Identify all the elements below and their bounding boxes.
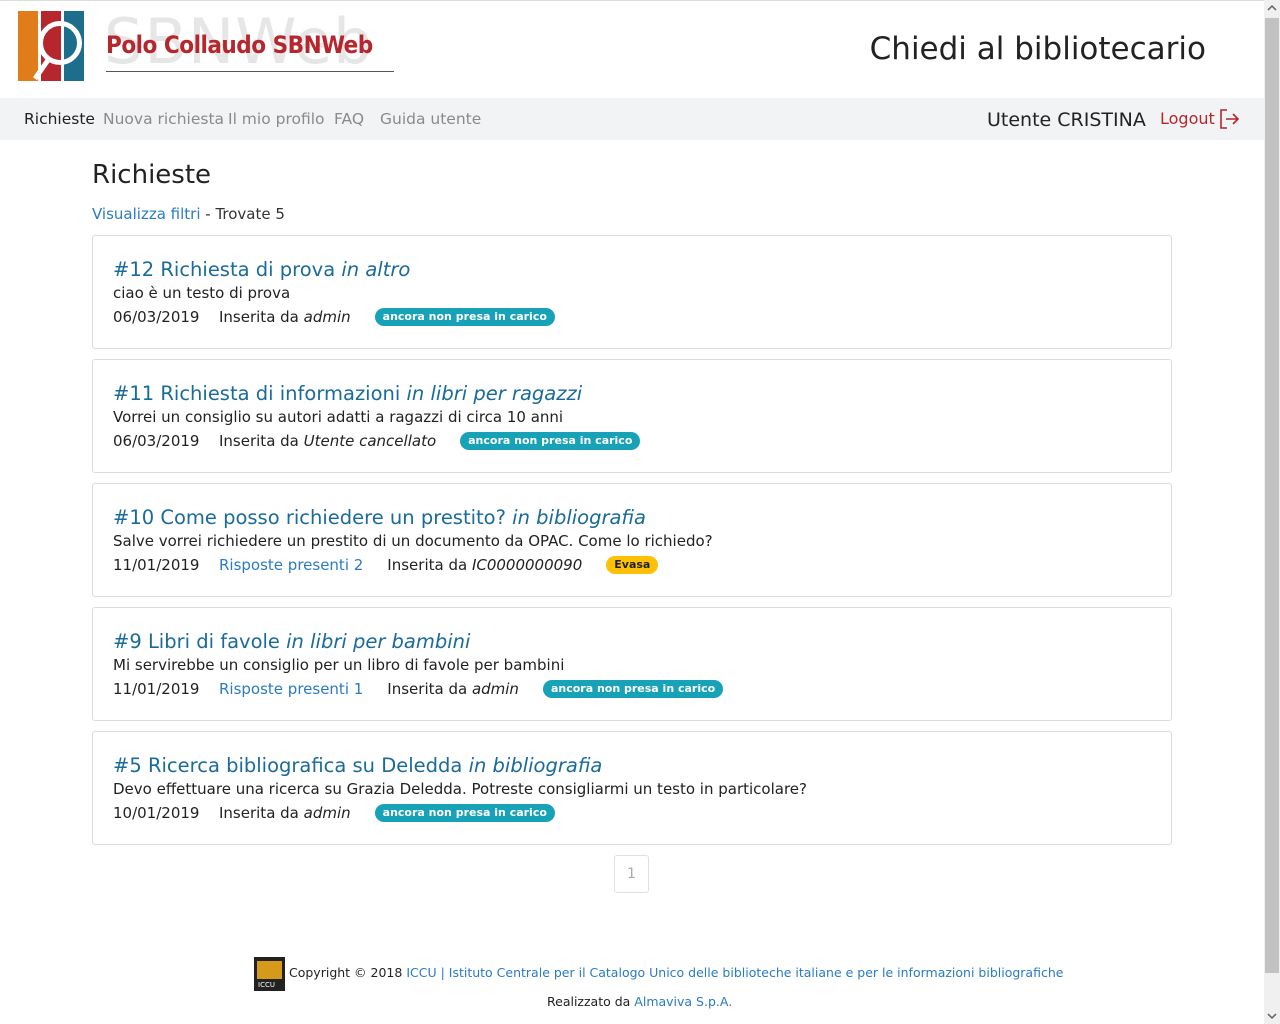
request-meta: 11/01/2019 Risposte presenti 2 Inserita … xyxy=(113,556,659,574)
request-category[interactable]: in bibliografia xyxy=(512,506,646,529)
brand-underline xyxy=(106,71,394,72)
inserted-label: Inserita da xyxy=(219,308,304,326)
request-title-link[interactable]: #9 Libri di favole in libri per bambini xyxy=(113,630,470,653)
status-badge: ancora non presa in carico xyxy=(542,680,724,698)
made-by-line: Realizzato da Almaviva S.p.A. xyxy=(547,994,732,1009)
brand-name[interactable]: Polo Collaudo SBNWeb xyxy=(106,31,373,59)
request-title-link[interactable]: #10 Come posso richiedere un prestito? i… xyxy=(113,506,646,529)
author-name: admin xyxy=(303,804,351,822)
request-description: Vorrei un consiglio su autori adatti a r… xyxy=(113,408,564,426)
request-title[interactable]: #12 Richiesta di prova xyxy=(113,258,335,281)
request-title[interactable]: #10 Come posso richiedere un prestito? xyxy=(113,506,506,529)
nav-item-richieste[interactable]: Richieste xyxy=(24,110,95,128)
request-title[interactable]: #11 Richiesta di informazioni xyxy=(113,382,400,405)
nav-item-nuova-richiesta[interactable]: Nuova richiesta xyxy=(103,110,224,128)
request-category[interactable]: in altro xyxy=(341,258,410,281)
pagination-page-button[interactable]: 1 xyxy=(614,855,649,893)
author-name: IC0000000090 xyxy=(471,556,583,574)
request-meta: 06/03/2019 Inserita da Utente cancellato… xyxy=(113,432,641,450)
iccu-logo-top xyxy=(257,961,282,979)
request-author: Inserita da admin xyxy=(219,308,351,326)
request-meta: 11/01/2019 Risposte presenti 1 Inserita … xyxy=(113,680,724,698)
found-count: - Trovate 5 xyxy=(200,205,285,223)
scroll-up-arrow-icon[interactable] xyxy=(1264,0,1280,16)
author-name: Utente cancellato xyxy=(303,432,437,450)
request-meta: 10/01/2019 Inserita da admin ancora non … xyxy=(113,804,555,822)
request-category[interactable]: in bibliografia xyxy=(469,754,603,777)
nav-item-guida-utente[interactable]: Guida utente xyxy=(380,110,481,128)
inserted-label: Inserita da xyxy=(387,556,472,574)
request-date: 06/03/2019 xyxy=(113,432,200,450)
show-filters-link[interactable]: Visualizza filtri xyxy=(92,205,201,223)
request-card: #5 Ricerca bibliografica su Deledda in b… xyxy=(92,731,1172,845)
logout-icon[interactable] xyxy=(1218,108,1240,130)
request-description: ciao è un testo di prova xyxy=(113,284,291,302)
request-card: #9 Libri di favole in libri per bambini … xyxy=(92,607,1172,721)
nav-item-faq[interactable]: FAQ xyxy=(334,110,364,128)
request-category[interactable]: in libri per bambini xyxy=(286,630,470,653)
iccu-link[interactable]: ICCU | Istituto Centrale per il Catalogo… xyxy=(406,965,1063,980)
main-navbar: Richieste Nuova richiesta Il mio profilo… xyxy=(0,98,1264,140)
inserted-label: Inserita da xyxy=(387,680,472,698)
author-name: admin xyxy=(471,680,519,698)
request-title[interactable]: #5 Ricerca bibliografica su Deledda xyxy=(113,754,462,777)
status-badge: ancora non presa in carico xyxy=(374,308,555,326)
request-description: Devo effettuare una ricerca su Grazia De… xyxy=(113,780,807,798)
iccu-logo-text: ICCU xyxy=(258,981,275,989)
request-card: #12 Richiesta di prova in altro ciao è u… xyxy=(92,235,1172,349)
request-title[interactable]: #9 Libri di favole xyxy=(113,630,280,653)
replies-link[interactable]: Risposte presenti 2 xyxy=(219,556,363,574)
site-title: Chiedi al bibliotecario xyxy=(869,31,1206,67)
request-title-link[interactable]: #12 Richiesta di prova in altro xyxy=(113,258,410,281)
status-badge: ancora non presa in carico xyxy=(460,432,641,450)
request-author: Inserita da admin xyxy=(219,804,351,822)
author-name: admin xyxy=(303,308,351,326)
scroll-down-arrow-icon[interactable] xyxy=(1264,1008,1280,1024)
sbn-logo[interactable] xyxy=(18,11,88,83)
scrollbar-thumb[interactable] xyxy=(1265,18,1279,973)
copyright-text: Copyright © 2018 xyxy=(289,965,407,980)
request-date: 11/01/2019 xyxy=(113,680,200,698)
request-title-link[interactable]: #11 Richiesta di informazioni in libri p… xyxy=(113,382,582,405)
logout-link[interactable]: Logout xyxy=(1160,109,1215,128)
request-date: 11/01/2019 xyxy=(113,556,200,574)
request-date: 10/01/2019 xyxy=(113,804,200,822)
request-category[interactable]: in libri per ragazzi xyxy=(407,382,583,405)
request-description: Salve vorrei richiedere un prestito di u… xyxy=(113,532,713,550)
copyright-line: Copyright © 2018 ICCU | Istituto Central… xyxy=(289,965,1063,980)
request-description: Mi servirebbe un consiglio per un libro … xyxy=(113,656,565,674)
request-author: Inserita da admin xyxy=(387,680,519,698)
inserted-label: Inserita da xyxy=(219,804,304,822)
iccu-logo-icon: ICCU xyxy=(254,957,285,991)
status-badge: ancora non presa in carico xyxy=(374,804,555,822)
replies-link[interactable]: Risposte presenti 1 xyxy=(219,680,363,698)
request-meta: 06/03/2019 Inserita da admin ancora non … xyxy=(113,308,555,326)
page-title: Richieste xyxy=(92,160,212,190)
request-date: 06/03/2019 xyxy=(113,308,200,326)
logo-bar-orange xyxy=(18,11,38,81)
current-user-label: Utente CRISTINA xyxy=(987,109,1146,131)
status-badge: Evasa xyxy=(606,556,659,574)
almaviva-link[interactable]: Almaviva S.p.A. xyxy=(634,994,732,1009)
request-card: #10 Come posso richiedere un prestito? i… xyxy=(92,483,1172,597)
request-card: #11 Richiesta di informazioni in libri p… xyxy=(92,359,1172,473)
inserted-label: Inserita da xyxy=(219,432,304,450)
nav-item-mio-profilo[interactable]: Il mio profilo xyxy=(228,110,325,128)
request-author: Inserita da Utente cancellato xyxy=(219,432,436,450)
filter-line: Visualizza filtri - Trovate 5 xyxy=(92,205,285,223)
site-header: SBNWeb Polo Collaudo SBNWeb Chiedi al bi… xyxy=(0,0,1264,98)
request-title-link[interactable]: #5 Ricerca bibliografica su Deledda in b… xyxy=(113,754,602,777)
made-by-text: Realizzato da xyxy=(547,994,635,1009)
request-author: Inserita da IC0000000090 xyxy=(387,556,582,574)
